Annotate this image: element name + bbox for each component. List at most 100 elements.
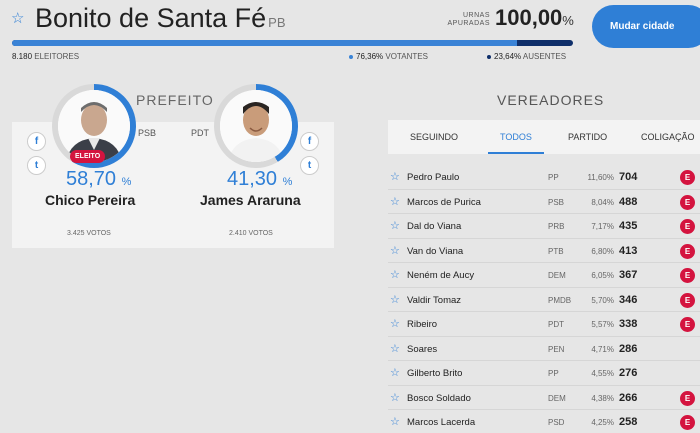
elected-icon: E	[680, 243, 695, 259]
follow-star-icon[interactable]: ☆	[390, 219, 400, 232]
table-row[interactable]: ☆ Pedro Paulo PP 11,60% 704 E	[388, 165, 700, 190]
follow-star-icon[interactable]: ☆	[390, 244, 400, 257]
table-row[interactable]: ☆ Dal do Viana PRB 7,17% 435 E	[388, 214, 700, 239]
follow-star-icon[interactable]: ☆	[390, 366, 400, 379]
vereador-pct: 8,04%	[591, 197, 614, 207]
ausentes-pct: 23,64%	[494, 52, 522, 61]
follow-star-icon[interactable]: ☆	[390, 391, 400, 404]
candidate-1-twitter-icon[interactable]: t	[27, 156, 46, 175]
change-city-button[interactable]: Mudar cidade	[592, 5, 700, 48]
candidate-2-photo	[220, 90, 292, 162]
table-row[interactable]: ☆ Marcos Lacerda PSD 4,25% 258 E	[388, 410, 700, 433]
vereadores-list: ☆ Pedro Paulo PP 11,60% 704 E ☆ Marcos de Puric…	[388, 165, 700, 433]
vereador-party: PSB	[548, 197, 565, 207]
vereador-pct: 11,60%	[587, 173, 614, 182]
vereador-votes: 435	[619, 220, 638, 232]
follow-star-icon[interactable]: ☆	[390, 317, 400, 330]
candidate-1-pct-value: 58,70	[66, 168, 117, 190]
vereador-pct: 4,25%	[591, 418, 614, 427]
vereador-name: Valdir Tomaz	[407, 294, 462, 306]
vereador-votes: 704	[619, 171, 638, 183]
vereador-votes: 286	[619, 342, 638, 355]
table-row[interactable]: ☆ Ribeiro PDT 5,57% 338 E	[388, 312, 700, 337]
tab-partido[interactable]: PARTIDO	[568, 120, 607, 154]
vereador-pct: 6,05%	[591, 271, 614, 280]
tab-todos[interactable]: TODOS	[488, 120, 544, 154]
candidate-2-twitter-icon[interactable]: t	[300, 156, 319, 175]
table-row[interactable]: ☆ Neném de Aucy DEM 6,05% 367 E	[388, 263, 700, 288]
follow-star-icon[interactable]: ☆	[390, 342, 400, 355]
votantes-pct: 76,36%	[356, 52, 384, 61]
candidate-1-facebook-icon[interactable]: f	[27, 132, 46, 151]
progress-fill	[12, 40, 517, 46]
candidate-2-facebook-icon[interactable]: f	[300, 132, 319, 151]
vereador-name: Gilberto Brito	[407, 368, 463, 379]
vereador-party: DEM	[548, 393, 566, 403]
elected-icon: E	[680, 219, 695, 234]
vereador-pct: 4,55%	[591, 369, 614, 378]
vereador-name: Bosco Soldado	[407, 392, 471, 404]
vereador-votes: 266	[619, 391, 638, 404]
tab-coligacao[interactable]: COLIGAÇÃO	[641, 120, 695, 154]
eleitores-label: ELEITORES	[34, 52, 80, 61]
follow-star-icon[interactable]: ☆	[390, 293, 400, 306]
candidate-2-percentage: 41,30 %	[227, 168, 292, 191]
elected-icon: E	[680, 415, 695, 430]
votantes-label: VOTANTES	[385, 52, 428, 61]
ausentes-label: AUSENTES	[522, 52, 567, 61]
vereador-party: PEN	[548, 344, 565, 354]
vereadores-title: VEREADORES	[497, 92, 605, 108]
vereador-votes: 276	[619, 367, 638, 379]
follow-star-icon[interactable]: ☆	[390, 195, 400, 208]
vereador-name: Pedro Paulo	[407, 172, 460, 183]
candidate-2-pct-sign: %	[282, 176, 293, 188]
candidate-2-party: PDT	[191, 128, 209, 138]
vereador-votes: 488	[619, 195, 638, 208]
elected-badge: ELEITO	[70, 150, 106, 163]
urnas-value-number: 100,00	[495, 5, 563, 30]
candidate-1-percentage: 58,70 %	[66, 168, 131, 191]
vereador-name: Dal do Viana	[407, 221, 462, 232]
vereadores-tabs: SEGUINDO TODOS PARTIDO COLIGAÇÃO	[388, 120, 700, 154]
vereador-party: PDT	[548, 320, 564, 329]
tab-seguindo[interactable]: SEGUINDO	[410, 120, 458, 154]
urnas-pct-sign: %	[562, 13, 574, 28]
vereador-name: Ribeiro	[407, 319, 438, 330]
table-row[interactable]: ☆ Bosco Soldado DEM 4,38% 266 E	[388, 386, 700, 410]
vereador-votes: 413	[619, 244, 638, 257]
vereador-name: Van do Viana	[407, 245, 464, 257]
table-row[interactable]: ☆ Soares PEN 4,71% 286	[388, 337, 700, 361]
vereador-name: Marcos Lacerda	[407, 417, 476, 428]
follow-star-icon[interactable]: ☆	[390, 170, 400, 183]
stat-votantes: 76,36% VOTANTES	[349, 52, 428, 61]
counting-progress-bar	[12, 40, 573, 46]
follow-star-icon[interactable]: ☆	[390, 268, 400, 281]
table-row[interactable]: ☆ Marcos de Purica PSB 8,04% 488 E	[388, 190, 700, 214]
vereador-name: Marcos de Purica	[407, 196, 481, 208]
vereador-party: PSD	[548, 418, 565, 427]
vereador-votes: 367	[619, 269, 638, 281]
candidate-1-pct-sign: %	[121, 176, 132, 188]
table-row[interactable]: ☆ Gilberto Brito PP 4,55% 276	[388, 361, 700, 386]
vereador-votes: 338	[619, 318, 638, 330]
vereador-pct: 7,17%	[591, 222, 614, 231]
stat-ausentes: 23,64% AUSENTES	[487, 52, 566, 61]
vereador-name: Soares	[407, 343, 438, 355]
votantes-dot	[349, 54, 353, 59]
vereador-party: DEM	[548, 271, 566, 280]
table-row[interactable]: ☆ Valdir Tomaz PMDB 5,70% 346 E	[388, 288, 700, 312]
candidate-2-pct-value: 41,30	[227, 168, 278, 190]
elected-icon: E	[680, 268, 695, 283]
vereador-party: PP	[548, 173, 559, 182]
vereador-name: Neném de Aucy	[407, 270, 475, 281]
follow-star-icon[interactable]: ☆	[390, 415, 400, 428]
favorite-city-star-icon[interactable]: ☆	[11, 9, 24, 27]
candidate-1-party: PSB	[138, 128, 157, 138]
vereador-pct: 4,38%	[591, 393, 614, 403]
stat-eleitores: 8.180 ELEITORES	[12, 52, 79, 61]
city-title: Bonito de Santa Fé PB	[35, 3, 286, 34]
elected-icon: E	[680, 194, 695, 210]
state-abbrev: PB	[268, 15, 286, 30]
vereador-pct: 6,80%	[591, 246, 614, 256]
table-row[interactable]: ☆ Van do Viana PTB 6,80% 413 E	[388, 239, 700, 263]
